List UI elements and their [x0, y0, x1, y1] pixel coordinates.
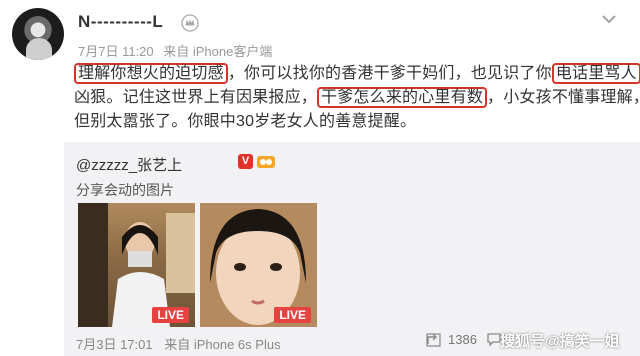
highlight-box: 理解你想火的迫切感 — [74, 63, 228, 84]
repost-share-text: 分享会动的图片 — [76, 182, 174, 198]
avatar[interactable] — [12, 8, 64, 60]
repost-meta: 7月3日 17:01 来自 iPhone 6s Plus — [76, 334, 289, 353]
text-segment: ，你可以找你的香港干爹干妈们，也见识了你 — [227, 65, 552, 82]
post-line-2: 凶狠。记住这世界上有因果报应， 干爹怎么来的心里有数 ，小女孩不懂事理解， — [74, 86, 640, 110]
v-badge-icon: V — [238, 154, 253, 169]
repost-source[interactable]: 来自 iPhone 6s Plus — [164, 337, 280, 352]
highlight-box: 干爹怎么来的心里有数 — [317, 87, 488, 108]
post-source[interactable]: 来自 iPhone客户端 — [163, 44, 272, 59]
text-segment: 凶狠。记住这世界上有因果报应， — [74, 89, 318, 106]
chevron-down-icon[interactable] — [598, 10, 620, 28]
post-text: 理解你想火的迫切感，你可以找你的香港干爹干妈们，也见识了你电话里骂人的 凶狠。记… — [74, 62, 640, 134]
live-photo-2[interactable]: LIVE — [200, 203, 317, 327]
post-meta: 7月7日 11:20 来自 iPhone客户端 — [78, 41, 278, 60]
crown-icon — [181, 14, 199, 32]
text-segment: 但别太嚣张了。你眼中30岁老女人的善意提醒。 — [74, 113, 417, 130]
share-count[interactable]: 1386 — [426, 332, 477, 347]
repost-username[interactable]: @zzzzz_张艺上 — [76, 154, 182, 175]
live-label: LIVE — [152, 307, 189, 323]
share-icon — [426, 332, 441, 347]
highlight-box: 电话里骂人 — [551, 63, 640, 84]
repost-date: 7月3日 17:01 — [76, 337, 153, 352]
post-line-3: 但别太嚣张了。你眼中30岁老女人的善意提醒。 — [74, 110, 630, 134]
post-username[interactable]: N----------L — [78, 12, 163, 32]
post-date: 7月7日 11:20 — [78, 44, 154, 59]
live-photo-1[interactable]: LIVE — [78, 203, 195, 327]
live-label: LIVE — [274, 307, 311, 323]
text-segment: ，小女孩不懂事理解， — [487, 89, 640, 106]
repost-card[interactable]: @zzzzz_张艺上 V 分享会动的图片 LIVE LIVE 7月3日 17:0… — [64, 142, 640, 356]
post-line-1: 理解你想火的迫切感，你可以找你的香港干爹干妈们，也见识了你电话里骂人的 — [74, 62, 640, 86]
share-count-value: 1386 — [448, 332, 477, 347]
watermark: 搜狐号@搞笑一姐 — [500, 333, 620, 350]
level-badge-icon — [257, 156, 275, 168]
